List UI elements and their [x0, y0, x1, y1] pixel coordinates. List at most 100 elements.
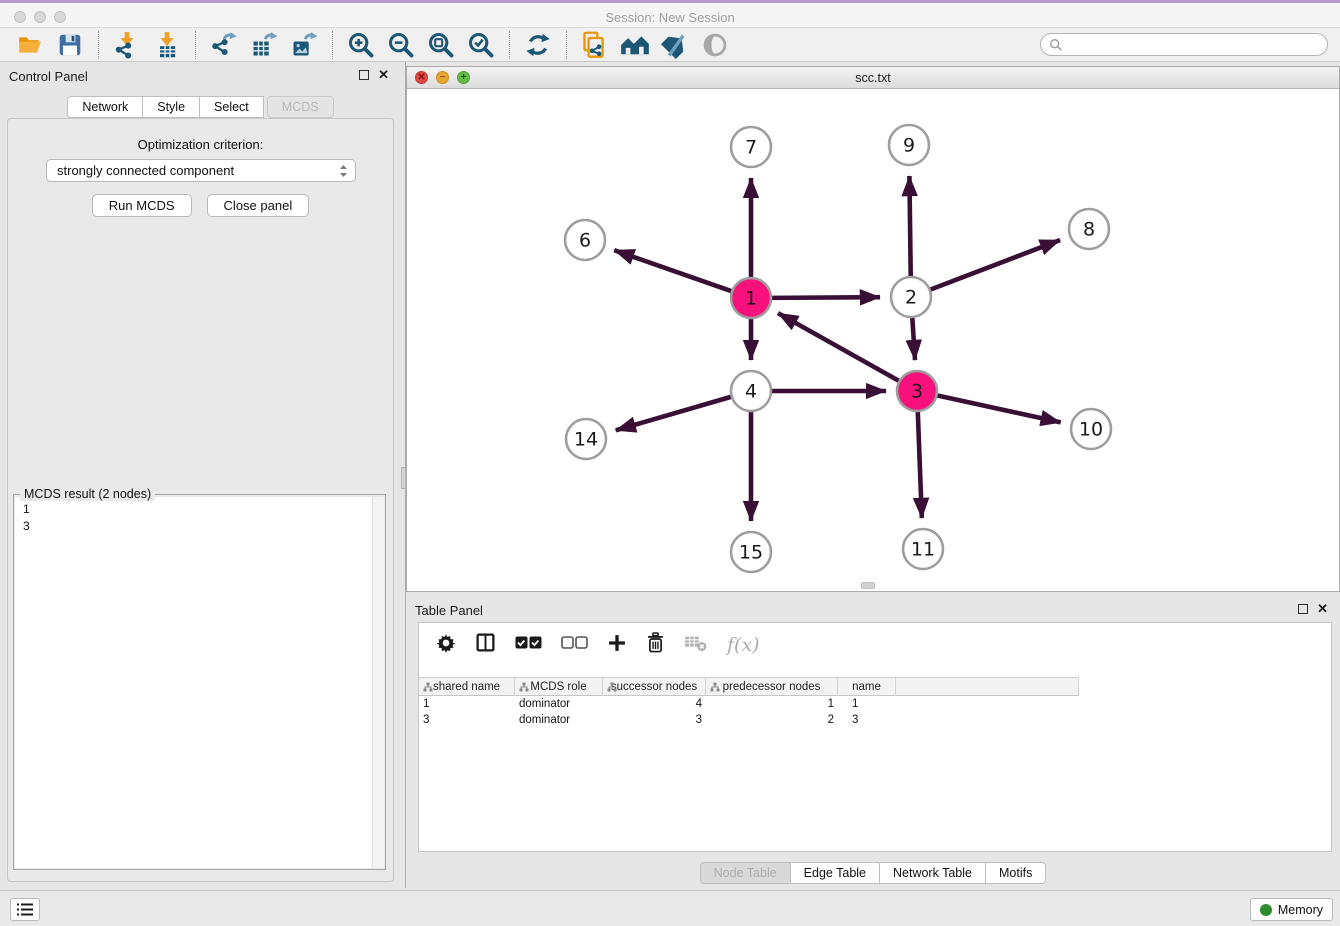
cell-predecessor-nodes[interactable]: 1: [706, 696, 838, 712]
close-table-panel-icon[interactable]: ✕: [1317, 601, 1328, 617]
save-session-button[interactable]: [50, 29, 90, 61]
toolbar-separator: [332, 31, 333, 59]
houses-icon: [620, 32, 650, 58]
control-panel-header: Control Panel ✕: [0, 62, 401, 88]
close-panel-button[interactable]: Close panel: [207, 194, 310, 217]
mcds-result-group: 1 3 MCDS result (2 nodes): [13, 494, 386, 870]
chevron-updown-icon: [339, 163, 348, 185]
zoom-selected-button[interactable]: [461, 29, 501, 61]
import-table-button[interactable]: [147, 29, 187, 61]
toolbar-separator: [566, 31, 567, 59]
graph-node-label-15: 15: [739, 542, 763, 564]
open-session-button[interactable]: [10, 29, 50, 61]
duplicate-network-icon: [581, 31, 609, 59]
refresh-icon: [524, 31, 552, 59]
result-scrollbar[interactable]: [372, 497, 384, 868]
mcds-result-textarea[interactable]: 1 3: [15, 497, 384, 868]
criterion-dropdown[interactable]: strongly connected component: [46, 159, 356, 182]
task-history-button[interactable]: [10, 898, 40, 921]
graph-edge-4-14[interactable]: [616, 397, 731, 430]
graph-edge-3-11[interactable]: [918, 412, 922, 518]
column-header-successor-nodes[interactable]: successor nodes: [603, 677, 706, 696]
column-header-shared-name[interactable]: shared name: [419, 677, 515, 696]
function-builder-button[interactable]: f(x): [727, 634, 760, 656]
tab-style[interactable]: Style: [143, 96, 200, 118]
cell-successor-nodes[interactable]: 4: [603, 696, 706, 712]
delete-table-button[interactable]: [684, 634, 708, 657]
tab-edge-table[interactable]: Edge Table: [791, 862, 880, 884]
select-all-columns-button[interactable]: [515, 636, 542, 654]
node-table: shared nameMCDS rolesuccessor nodesprede…: [419, 677, 1331, 728]
graph-edge-3-1[interactable]: [778, 313, 899, 381]
graph-edge-2-3[interactable]: [912, 318, 915, 360]
zoom-fit-button[interactable]: [421, 29, 461, 61]
criterion-value: strongly connected component: [57, 163, 234, 178]
cell-shared-name[interactable]: 3: [419, 712, 515, 728]
float-table-panel-icon[interactable]: [1298, 604, 1308, 614]
import-network-button[interactable]: [107, 29, 147, 61]
show-column-panel-button[interactable]: [475, 632, 496, 658]
network-canvas[interactable]: 7968124314101511: [407, 89, 1339, 591]
export-table-button[interactable]: [244, 29, 284, 61]
control-panel: Control Panel ✕ Network Style Select MCD…: [0, 62, 401, 888]
canvas-hscrollbar[interactable]: [861, 582, 875, 589]
search-input[interactable]: [1040, 33, 1328, 56]
column-header-name[interactable]: name: [838, 677, 896, 696]
zoom-fit-icon: [427, 31, 455, 59]
save-icon: [57, 32, 83, 58]
table-row[interactable]: 3dominator323: [419, 712, 1331, 728]
cell-MCDS-role[interactable]: dominator: [515, 696, 603, 712]
graph-node-label-14: 14: [574, 429, 598, 451]
show-hide-details-button[interactable]: [695, 29, 735, 61]
tab-network[interactable]: Network: [67, 96, 143, 118]
tab-network-table[interactable]: Network Table: [880, 862, 986, 884]
table-settings-button[interactable]: [436, 633, 456, 658]
run-mcds-button[interactable]: Run MCDS: [92, 194, 192, 217]
column-header-filler: [896, 677, 1079, 696]
close-panel-icon[interactable]: ✕: [378, 67, 389, 83]
tab-mcds[interactable]: MCDS: [267, 96, 334, 118]
graph-edge-3-10[interactable]: [938, 395, 1061, 422]
graph-node-label-8: 8: [1083, 219, 1095, 241]
network-window-titlebar: ✕ − + scc.txt: [407, 67, 1339, 89]
column-header-MCDS-role[interactable]: MCDS role: [515, 677, 603, 696]
tab-node-table[interactable]: Node Table: [700, 862, 791, 884]
table-header-row: shared nameMCDS rolesuccessor nodesprede…: [419, 677, 1331, 696]
cell-predecessor-nodes[interactable]: 2: [706, 712, 838, 728]
table-toolbar: f(x): [419, 623, 1331, 667]
toggle-labels-button[interactable]: [655, 29, 695, 61]
graph-edge-1-6[interactable]: [614, 250, 731, 291]
graph-edge-2-8[interactable]: [931, 240, 1060, 289]
memory-button[interactable]: Memory: [1250, 898, 1333, 921]
cell-name[interactable]: 1: [838, 696, 896, 712]
tab-motifs[interactable]: Motifs: [986, 862, 1046, 884]
cell-shared-name[interactable]: 1: [419, 696, 515, 712]
graph-edge-2-9[interactable]: [909, 176, 910, 276]
graph-node-label-7: 7: [745, 137, 757, 159]
graph-node-label-3: 3: [911, 381, 923, 403]
tab-select[interactable]: Select: [200, 96, 264, 118]
zoom-out-icon: [387, 31, 415, 59]
network-graph[interactable]: 7968124314101511: [407, 89, 1339, 591]
refresh-view-button[interactable]: [518, 29, 558, 61]
open-folder-icon: [16, 32, 44, 58]
cell-successor-nodes[interactable]: 3: [603, 712, 706, 728]
first-neighbors-button[interactable]: [615, 29, 655, 61]
duplicate-network-button[interactable]: [575, 29, 615, 61]
graph-edge-1-2[interactable]: [772, 297, 880, 298]
export-image-button[interactable]: [284, 29, 324, 61]
column-header-predecessor-nodes[interactable]: predecessor nodes: [706, 677, 838, 696]
unselect-all-columns-button[interactable]: [561, 636, 588, 654]
export-network-button[interactable]: [204, 29, 244, 61]
trash-icon: [646, 632, 665, 653]
table-panel-title: Table Panel: [415, 603, 483, 618]
cell-name[interactable]: 3: [838, 712, 896, 728]
cell-MCDS-role[interactable]: dominator: [515, 712, 603, 728]
delete-column-button[interactable]: [646, 632, 665, 658]
table-body: 1dominator4113dominator323: [419, 696, 1331, 728]
float-panel-icon[interactable]: [359, 70, 369, 80]
zoom-out-button[interactable]: [381, 29, 421, 61]
table-row[interactable]: 1dominator411: [419, 696, 1331, 712]
zoom-in-button[interactable]: [341, 29, 381, 61]
create-column-button[interactable]: [607, 633, 627, 658]
